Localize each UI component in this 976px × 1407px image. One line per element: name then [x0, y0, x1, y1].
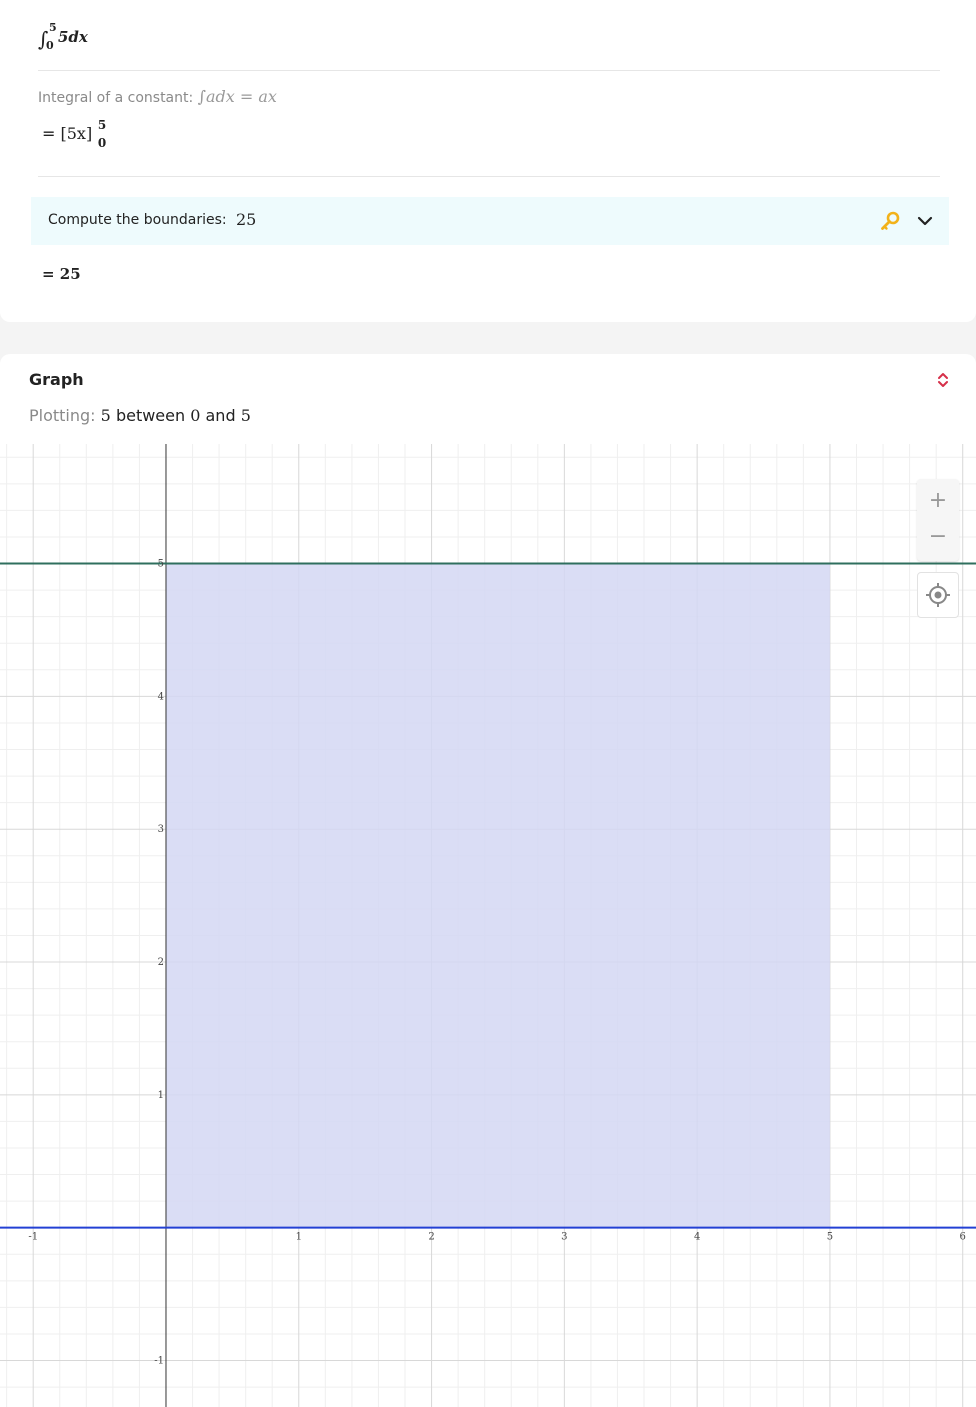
step-result-expression: [5x] 5 0 [60, 118, 107, 150]
step-result-prefix: = [42, 124, 56, 143]
x-tick-label: 2 [428, 1232, 434, 1243]
plotting-label: Plotting: [29, 406, 96, 425]
solution-steps-card: ∫ 5 0 5dx Integral of a constant: ∫adx =… [0, 0, 976, 322]
expand-collapse-icon[interactable] [932, 369, 954, 391]
final-result: = 25 [42, 265, 81, 283]
integral-area-fill [165, 563, 830, 1228]
plotting-function: 5 [100, 406, 111, 425]
graph-card: Graph Plotting: 5 between 0 and 5 -1 1 2 3 4… [0, 354, 976, 1407]
step-result: = [5x] 5 0 [42, 118, 107, 158]
antiderivative: [5x] [60, 124, 93, 143]
y-tick-label: 5 [158, 559, 164, 570]
upper-bound: 5 [97, 118, 107, 132]
chevron-down-icon[interactable] [913, 209, 937, 233]
plotting-between: between [115, 406, 186, 425]
x-tick-label: 6 [960, 1232, 966, 1243]
y-tick-label: 1 [158, 1090, 164, 1101]
graph-plot[interactable]: -1 1 2 3 4 5 6 -1 1 2 3 4 5 [0, 444, 976, 1407]
plotting-description: Plotting: 5 between 0 and 5 [29, 406, 251, 425]
graph-title: Graph [29, 370, 84, 389]
x-tick-label: 1 [296, 1232, 302, 1243]
integral-symbol: ∫ 5 0 [38, 21, 58, 52]
y-tick-label: 4 [158, 691, 164, 702]
compute-value: 25 [236, 210, 257, 229]
x-tick-label: -1 [28, 1232, 38, 1243]
x-tick-label: 5 [827, 1232, 833, 1243]
zoom-in-button[interactable]: + [917, 483, 959, 519]
x-tick-label: 4 [694, 1232, 700, 1243]
problem-expression: ∫ 5 0 5dx [38, 21, 88, 52]
integrand: 5dx [58, 28, 88, 46]
key-icon[interactable] [879, 209, 903, 233]
compute-boundaries-step[interactable]: Compute the boundaries: 25 [31, 197, 949, 245]
divider [38, 176, 940, 177]
step-rule: ∫adx = ax [197, 87, 277, 106]
integral-lower-limit: 0 [46, 39, 54, 52]
step-description: Integral of a constant: ∫adx = ax [38, 86, 277, 109]
plotting-and: and [205, 406, 236, 425]
plotting-from: 0 [190, 406, 201, 425]
lower-bound: 0 [97, 136, 107, 150]
zoom-out-button[interactable]: − [917, 519, 959, 555]
crosshair-icon[interactable] [917, 572, 959, 618]
y-tick-label: 2 [158, 957, 164, 968]
divider [38, 70, 940, 71]
plotting-to: 5 [240, 406, 251, 425]
zoom-controls: + − [917, 479, 959, 561]
x-tick-labels: -1 1 2 3 4 5 6 [28, 1232, 966, 1243]
x-tick-label: 3 [561, 1232, 567, 1243]
compute-label: Compute the boundaries: [48, 212, 227, 228]
y-tick-label: -1 [154, 1356, 164, 1367]
step-description-text: Integral of a constant: [38, 90, 194, 106]
y-tick-label: 3 [158, 824, 164, 835]
